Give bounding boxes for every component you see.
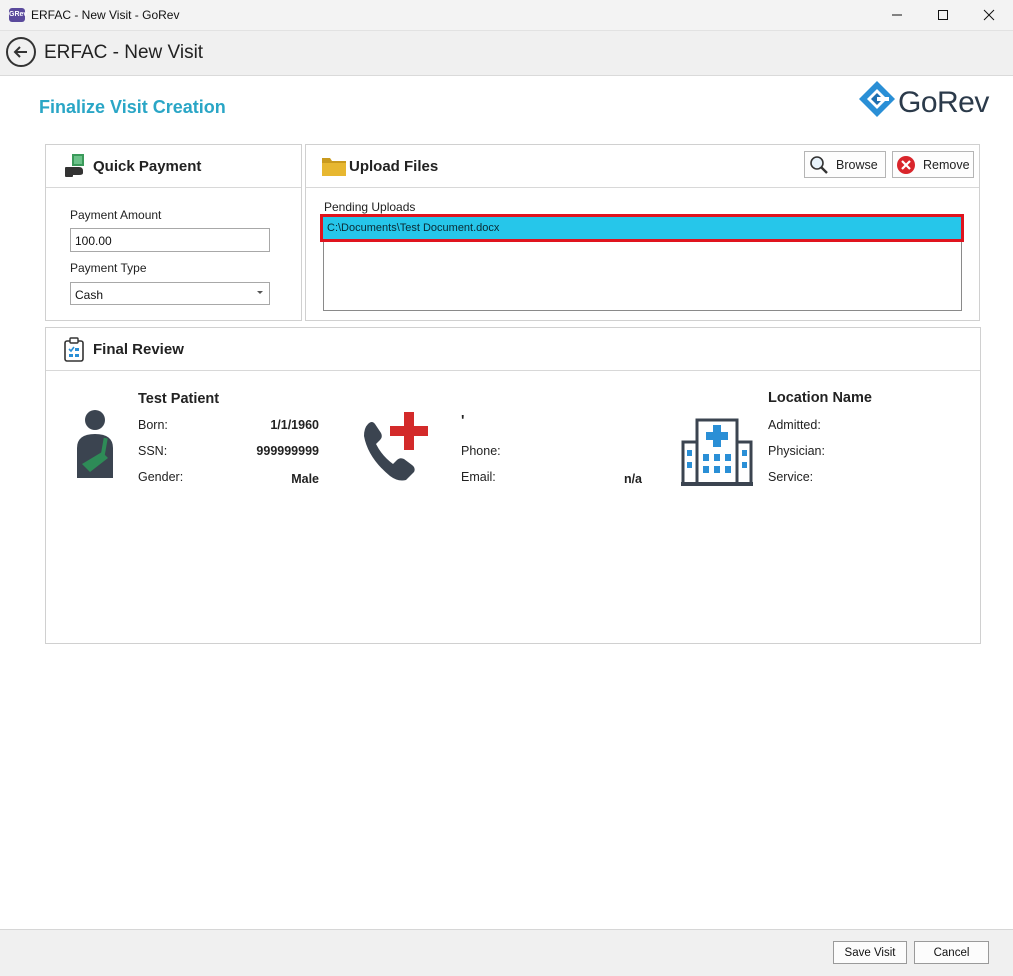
contact-name: '	[461, 413, 465, 429]
remove-icon	[897, 155, 915, 174]
cancel-button[interactable]: Cancel	[914, 941, 989, 964]
payment-amount-label: Payment Amount	[70, 208, 162, 222]
back-button[interactable]	[6, 37, 36, 67]
physician-label: Physician:	[768, 444, 825, 458]
save-visit-label: Save Visit	[844, 946, 896, 959]
service-label: Service:	[768, 470, 814, 484]
header-title: ERFAC - New Visit	[44, 42, 204, 63]
ssn-label: SSN:	[138, 444, 168, 458]
close-icon	[983, 9, 995, 21]
quick-payment-title: Quick Payment	[93, 158, 202, 175]
payment-type-value: Cash	[75, 288, 104, 302]
minimize-icon	[892, 14, 902, 16]
ssn-value: 999999999	[256, 444, 319, 458]
page-title: Finalize Visit Creation	[39, 97, 226, 117]
upload-files-title: Upload Files	[349, 158, 439, 175]
phone-label: Phone:	[461, 444, 501, 458]
final-review-title: Final Review	[93, 341, 184, 358]
gender-label: Gender:	[138, 470, 184, 484]
final-review-divider	[46, 370, 980, 371]
payment-icon	[65, 154, 84, 177]
maximize-button[interactable]	[920, 0, 966, 30]
upload-files-divider	[306, 187, 979, 188]
maximize-icon	[938, 10, 948, 20]
clipboard-icon	[64, 337, 84, 362]
back-arrow-icon	[13, 46, 27, 58]
cancel-label: Cancel	[933, 946, 970, 959]
email-value: n/a	[623, 472, 642, 486]
gender-value: Male	[291, 472, 319, 486]
minimize-button[interactable]	[874, 0, 920, 30]
quick-payment-divider	[46, 187, 301, 188]
payment-amount-input[interactable]: 100.00	[70, 228, 270, 252]
browse-label: Browse	[836, 157, 878, 172]
payment-type-select[interactable]: Cash	[70, 282, 270, 305]
final-review-panel	[45, 327, 981, 644]
save-visit-button[interactable]: Save Visit	[833, 941, 907, 964]
window-title: ERFAC - New Visit - GoRev	[31, 8, 180, 22]
hospital-icon	[681, 418, 753, 486]
payment-type-label: Payment Type	[70, 261, 147, 275]
born-label: Born:	[138, 418, 168, 432]
list-item[interactable]: C:\Documents\Test Document.docx	[323, 217, 961, 239]
remove-label: Remove	[923, 157, 970, 172]
app-icon: GRev	[9, 8, 27, 22]
patient-name: Test Patient	[138, 391, 220, 407]
logo-text: GoRev	[898, 86, 989, 119]
gorev-logo-icon	[859, 81, 895, 117]
admitted-label: Admitted:	[768, 418, 821, 432]
folder-icon	[322, 158, 346, 176]
search-icon	[810, 155, 828, 174]
browse-button[interactable]: Browse	[804, 151, 886, 178]
patient-icon	[77, 410, 113, 478]
remove-button[interactable]: Remove	[892, 151, 974, 178]
chevron-down-icon	[257, 291, 263, 294]
close-window-button[interactable]	[966, 0, 1012, 30]
born-value: 1/1/1960	[270, 418, 319, 432]
email-label: Email:	[461, 470, 496, 484]
location-name: Location Name	[768, 390, 872, 406]
phone-medical-icon	[364, 412, 428, 481]
pending-uploads-label: Pending Uploads	[324, 200, 416, 214]
